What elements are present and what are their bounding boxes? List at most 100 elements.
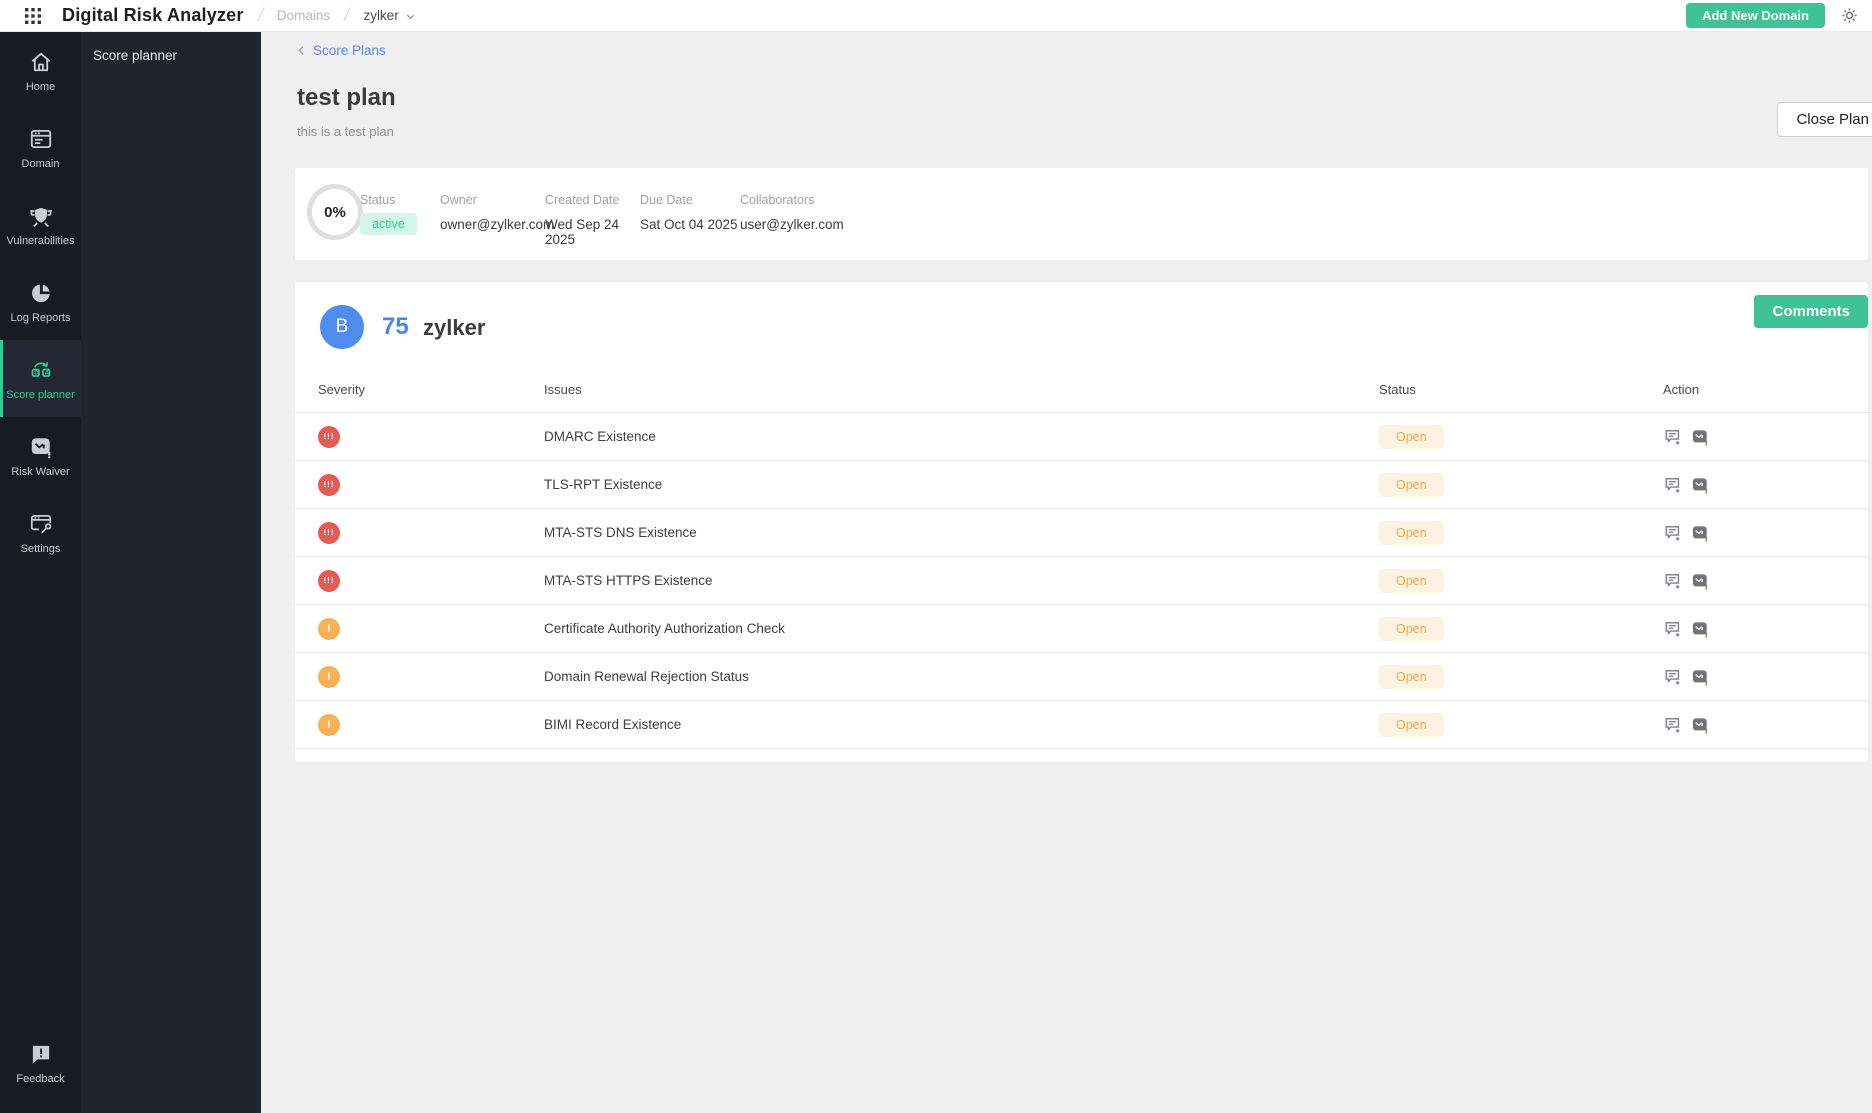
sidebar-item-label: Log Reports xyxy=(11,313,71,324)
add-comment-icon[interactable] xyxy=(1663,475,1683,495)
plan-summary-card: 0% Status active Owner owner@zylker.com … xyxy=(295,168,1868,260)
sidebar-item-label: Risk Waiver xyxy=(11,467,69,478)
issue-name: Domain Renewal Rejection Status xyxy=(544,669,1379,684)
issues-table-header: Severity Issues Status Action xyxy=(295,382,1868,413)
breadcrumb-domains[interactable]: Domains xyxy=(277,8,330,23)
sidebar-item-home[interactable]: Home xyxy=(0,32,81,109)
field-status: Status active xyxy=(360,193,440,247)
breadcrumb-divider: / xyxy=(342,5,352,27)
sidebar-item-label: Settings xyxy=(21,544,61,555)
sidebar-item-log-reports[interactable]: Log Reports xyxy=(0,263,81,340)
add-comment-icon[interactable] xyxy=(1663,667,1683,687)
domain-avatar: B xyxy=(320,305,364,349)
table-row[interactable]: ! Domain Renewal Rejection Status Open xyxy=(295,653,1868,701)
svg-text:D: D xyxy=(34,370,38,376)
breadcrumb-divider: / xyxy=(255,5,265,27)
sidebar-item-domain[interactable]: Domain xyxy=(0,109,81,186)
severity-icon: ! xyxy=(318,618,340,640)
table-row[interactable]: !!! MTA-STS DNS Existence Open xyxy=(295,509,1868,557)
status-badge: Open xyxy=(1379,617,1444,641)
secondary-sidebar: Score planner xyxy=(81,32,261,1113)
domain-selector[interactable]: zylker xyxy=(363,8,415,23)
domain-score: 75 xyxy=(382,313,409,341)
add-comment-icon[interactable] xyxy=(1663,427,1683,447)
app-launcher-icon[interactable] xyxy=(24,7,42,25)
risk-waiver-action-icon[interactable] xyxy=(1690,715,1710,735)
feedback-icon xyxy=(28,1041,54,1067)
severity-icon: ! xyxy=(318,666,340,688)
issue-name: BIMI Record Existence xyxy=(544,717,1379,732)
severity-icon: !!! xyxy=(318,570,340,592)
add-comment-icon[interactable] xyxy=(1663,523,1683,543)
top-bar: Digital Risk Analyzer / Domains / zylker… xyxy=(0,0,1872,32)
table-row[interactable]: !!! MTA-STS HTTPS Existence Open xyxy=(295,557,1868,605)
sidebar-item-vulnerabilities[interactable]: Vulnerabilities xyxy=(0,186,81,263)
domain-selector-label: zylker xyxy=(363,8,398,23)
sidebar-item-label: Domain xyxy=(22,159,60,170)
field-owner: Owner owner@zylker.com xyxy=(440,193,545,247)
status-badge: Open xyxy=(1379,425,1444,449)
severity-icon: !!! xyxy=(318,426,340,448)
table-row[interactable]: ! BIMI Record Existence Open xyxy=(295,701,1868,749)
sidebar-item-risk-waiver[interactable]: Risk Waiver xyxy=(0,417,81,494)
main-content: Score Plans test plan this is a test pla… xyxy=(261,32,1872,1113)
sidebar-item-feedback[interactable]: Feedback xyxy=(0,1024,81,1101)
table-row[interactable]: !!! DMARC Existence Open xyxy=(295,413,1868,461)
svg-text:A: A xyxy=(44,370,49,376)
domain-name: zylker xyxy=(423,315,485,341)
issue-name: MTA-STS DNS Existence xyxy=(544,525,1379,540)
issue-name: MTA-STS HTTPS Existence xyxy=(544,573,1379,588)
secondary-sidebar-title[interactable]: Score planner xyxy=(93,48,177,63)
col-header-severity: Severity xyxy=(318,382,544,412)
log-reports-icon xyxy=(28,280,54,306)
field-due-date: Due Date Sat Oct 04 2025 xyxy=(640,193,740,247)
table-row[interactable]: ! Certificate Authority Authorization Ch… xyxy=(295,605,1868,653)
table-row[interactable]: !!! TLS-RPT Existence Open xyxy=(295,461,1868,509)
sidebar-item-score-planner[interactable]: D A Score planner xyxy=(0,340,81,417)
status-badge: Open xyxy=(1379,521,1444,545)
issue-name: DMARC Existence xyxy=(544,429,1379,444)
add-new-domain-button[interactable]: Add New Domain xyxy=(1686,3,1825,28)
status-active-badge: active xyxy=(360,213,417,235)
app-window: Digital Risk Analyzer / Domains / zylker… xyxy=(0,0,1872,1113)
sidebar-item-settings[interactable]: Settings xyxy=(0,494,81,571)
sidebar-item-label: Feedback xyxy=(16,1074,64,1085)
status-badge: Open xyxy=(1379,569,1444,593)
risk-waiver-action-icon[interactable] xyxy=(1690,667,1710,687)
risk-waiver-action-icon[interactable] xyxy=(1690,571,1710,591)
plan-title: test plan xyxy=(297,84,396,112)
back-link-label: Score Plans xyxy=(313,43,386,58)
issue-name: Certificate Authority Authorization Chec… xyxy=(544,621,1379,636)
status-badge: Open xyxy=(1379,665,1444,689)
gear-icon[interactable] xyxy=(1839,5,1860,26)
progress-value: 0% xyxy=(324,204,346,221)
severity-icon: ! xyxy=(318,714,340,736)
sidebar-item-label: Home xyxy=(26,82,55,93)
col-header-issues: Issues xyxy=(544,382,1379,412)
back-to-score-plans-link[interactable]: Score Plans xyxy=(295,43,386,58)
field-collaborators: Collaborators user@zylker.com xyxy=(740,193,844,247)
severity-icon: !!! xyxy=(318,522,340,544)
progress-ring: 0% xyxy=(307,184,363,240)
close-plan-button[interactable]: Close Plan xyxy=(1777,102,1872,137)
status-badge: Open xyxy=(1379,473,1444,497)
settings-icon xyxy=(28,511,54,537)
add-comment-icon[interactable] xyxy=(1663,619,1683,639)
issue-name: TLS-RPT Existence xyxy=(544,477,1379,492)
risk-waiver-action-icon[interactable] xyxy=(1690,475,1710,495)
vulnerabilities-icon xyxy=(28,203,54,229)
plan-description: this is a test plan xyxy=(297,124,394,139)
app-title: Digital Risk Analyzer xyxy=(62,5,244,26)
add-comment-icon[interactable] xyxy=(1663,571,1683,591)
risk-waiver-action-icon[interactable] xyxy=(1690,427,1710,447)
main-sidebar: Home Domain Vulnerabilities xyxy=(0,32,81,1113)
severity-icon: !!! xyxy=(318,474,340,496)
comments-button[interactable]: Comments xyxy=(1754,295,1868,328)
risk-waiver-action-icon[interactable] xyxy=(1690,619,1710,639)
risk-waiver-action-icon[interactable] xyxy=(1690,523,1710,543)
home-icon xyxy=(28,49,54,75)
chevron-down-icon xyxy=(405,10,416,21)
domain-icon xyxy=(28,126,54,152)
add-comment-icon[interactable] xyxy=(1663,715,1683,735)
field-created-date: Created Date Wed Sep 24 2025 xyxy=(545,193,640,247)
